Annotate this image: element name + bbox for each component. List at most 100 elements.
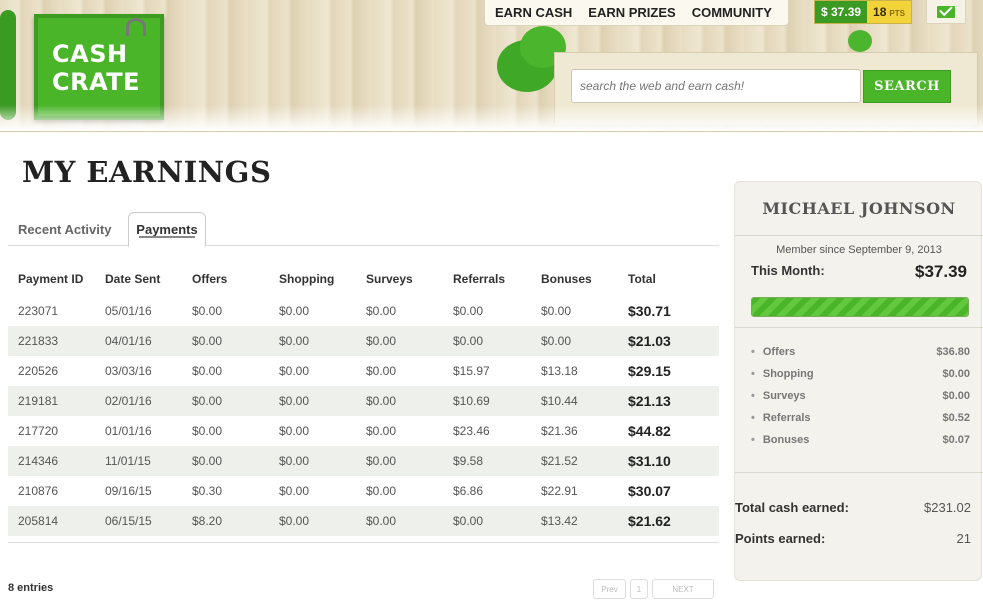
total-amount: $21.13 — [628, 393, 671, 409]
total-cash-row: Total cash earned: $231.02 — [735, 500, 971, 515]
column-header[interactable]: Payment ID — [8, 272, 95, 286]
account-summary-panel: MICHAEL JOHNSON Member since September 9… — [734, 181, 983, 581]
total-amount: $21.62 — [628, 513, 671, 529]
logo-hook-icon — [126, 18, 146, 36]
pager-next-button[interactable]: NEXT — [652, 579, 714, 599]
list-item: Shopping $0.00 — [751, 368, 970, 390]
breakdown-label: Shopping — [751, 368, 814, 390]
total-amount: $21.03 — [628, 333, 671, 349]
envelope-icon — [937, 5, 955, 18]
column-header[interactable]: Bonuses — [531, 272, 618, 286]
date-sent: 03/03/16 — [105, 364, 152, 378]
tab-payments[interactable]: Payments — [128, 212, 206, 247]
cashcrate-logo[interactable]: CASH CRATE — [34, 14, 164, 120]
table-row: 205814 06/15/15 $8.20 $0.00 $0.00 $0.00 … — [8, 506, 719, 536]
payment-id: 221833 — [18, 334, 59, 348]
table-row: 220526 03/03/16 $0.00 $0.00 $0.00 $15.97… — [8, 356, 719, 386]
table-row: 221833 04/01/16 $0.00 $0.00 $0.00 $0.00 … — [8, 326, 719, 356]
payment-id: 210876 — [18, 484, 59, 498]
surveys-amount: $0.00 — [366, 514, 397, 528]
cash-balance: $ 37.39 — [815, 1, 868, 23]
breakdown-value: $0.00 — [942, 390, 970, 402]
list-item: Surveys $0.00 — [751, 390, 970, 412]
site-header: CASH CRATE EARN CASH EARN PRIZES COMMUNI… — [0, 0, 983, 132]
payment-id: 214346 — [18, 454, 59, 468]
offers-amount: $8.20 — [192, 514, 223, 528]
breakdown-value: $0.52 — [942, 412, 970, 424]
surveys-amount: $0.00 — [366, 364, 397, 378]
offers-amount: $0.00 — [192, 454, 223, 468]
column-header[interactable]: Offers — [182, 272, 269, 286]
entries-count: 8 entries — [8, 582, 54, 594]
tab-recent-activity[interactable]: Recent Activity — [8, 212, 121, 246]
date-sent: 06/15/15 — [105, 514, 152, 528]
breakdown-label: Referrals — [751, 412, 811, 434]
table-row: 219181 02/01/16 $0.00 $0.00 $0.00 $10.69… — [8, 386, 719, 416]
account-balance[interactable]: $ 37.39 18 PTS — [814, 0, 912, 24]
list-item: Offers $36.80 — [751, 346, 970, 368]
bonuses-amount: $22.91 — [541, 484, 578, 498]
offers-amount: $0.00 — [192, 334, 223, 348]
surveys-amount: $0.00 — [366, 484, 397, 498]
divider — [735, 327, 983, 328]
breakdown-label: Offers — [751, 346, 795, 368]
this-month-value: $37.39 — [915, 262, 967, 281]
payment-id: 219181 — [18, 394, 59, 408]
points-earned-row: Points earned: 21 — [735, 531, 971, 546]
surveys-amount: $0.00 — [366, 394, 397, 408]
surveys-amount: $0.00 — [366, 334, 397, 348]
bonuses-amount: $21.36 — [541, 424, 578, 438]
shopping-amount: $0.00 — [279, 334, 310, 348]
nav-earn-cash[interactable]: EARN CASH — [495, 5, 572, 20]
column-header[interactable]: Total — [618, 272, 717, 286]
breakdown-value: $0.00 — [942, 368, 970, 380]
list-item: Referrals $0.52 — [751, 412, 970, 434]
referrals-amount: $0.00 — [453, 334, 484, 348]
column-header[interactable]: Date Sent — [95, 272, 182, 286]
referrals-amount: $6.86 — [453, 484, 484, 498]
logo-text: CASH CRATE — [52, 40, 141, 96]
pager-prev-button[interactable]: Prev — [593, 579, 626, 599]
surveys-amount: $0.00 — [366, 424, 397, 438]
bonuses-amount: $0.00 — [541, 334, 572, 348]
bonuses-amount: $21.52 — [541, 454, 578, 468]
breakdown-label: Surveys — [751, 390, 806, 412]
offers-amount: $0.00 — [192, 364, 223, 378]
shopping-amount: $0.00 — [279, 394, 310, 408]
breakdown-label: Bonuses — [751, 434, 809, 456]
nav-earn-prizes[interactable]: EARN PRIZES — [588, 5, 675, 20]
breakdown-value: $0.07 — [942, 434, 970, 446]
column-header[interactable]: Shopping — [269, 272, 356, 286]
payment-id: 220526 — [18, 364, 59, 378]
column-header[interactable]: Surveys — [356, 272, 443, 286]
member-since: Member since September 9, 2013 — [776, 244, 942, 256]
messages-button[interactable] — [926, 0, 966, 24]
divider — [735, 472, 983, 473]
pager-page-1[interactable]: 1 — [630, 579, 648, 599]
referrals-amount: $10.69 — [453, 394, 490, 408]
breakdown-value: $36.80 — [936, 346, 970, 358]
column-header[interactable]: Referrals — [443, 272, 531, 286]
table-header-row: Payment ID Date Sent Offers Shopping Sur… — [8, 262, 719, 296]
page-title: MY EARNINGS — [22, 155, 272, 189]
search-input[interactable] — [571, 69, 861, 103]
referrals-amount: $15.97 — [453, 364, 490, 378]
nav-community[interactable]: COMMUNITY — [692, 5, 772, 20]
table-row: 217720 01/01/16 $0.00 $0.00 $0.00 $23.46… — [8, 416, 719, 446]
bonuses-amount: $13.18 — [541, 364, 578, 378]
referrals-amount: $0.00 — [453, 514, 484, 528]
table-divider — [8, 542, 719, 543]
progress-fill — [752, 298, 968, 316]
this-month-label: This Month: — [751, 263, 825, 278]
referrals-amount: $23.46 — [453, 424, 490, 438]
shopping-amount: $0.00 — [279, 424, 310, 438]
date-sent: 11/01/15 — [105, 454, 151, 468]
date-sent: 09/16/15 — [105, 484, 152, 498]
date-sent: 02/01/16 — [105, 394, 152, 408]
earnings-tabs: Recent Activity Payments — [8, 212, 719, 247]
points-balance: 18 PTS — [867, 1, 911, 23]
search-button[interactable]: SEARCH — [863, 70, 951, 103]
search-panel: SEARCH — [554, 52, 978, 126]
total-cash-label: Total cash earned: — [735, 500, 849, 515]
total-amount: $30.07 — [628, 483, 671, 499]
